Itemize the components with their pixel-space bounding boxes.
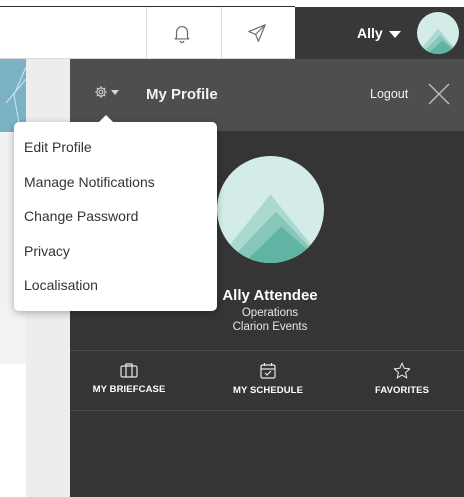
panel-header: My Profile Logout bbox=[70, 59, 464, 131]
paper-plane-icon[interactable] bbox=[242, 18, 272, 48]
user-menu-button[interactable]: Ally bbox=[357, 7, 401, 59]
quick-link-label: MY BRIEFCASE bbox=[92, 384, 166, 395]
settings-button[interactable] bbox=[94, 85, 119, 99]
menu-item-manage-notifications[interactable]: Manage Notifications bbox=[14, 165, 217, 200]
menu-item-edit-profile[interactable]: Edit Profile bbox=[14, 130, 217, 165]
briefcase-icon bbox=[120, 363, 138, 378]
quick-link-label: FAVORITES bbox=[374, 385, 430, 396]
my-briefcase-link[interactable]: MY BRIEFCASE bbox=[74, 362, 184, 395]
bell-icon[interactable] bbox=[167, 18, 197, 48]
profile-company: Clarion Events bbox=[232, 321, 308, 333]
top-bar: Ally bbox=[0, 0, 464, 59]
menu-item-privacy[interactable]: Privacy bbox=[14, 234, 217, 269]
avatar[interactable] bbox=[417, 12, 459, 54]
logout-button[interactable]: Logout bbox=[370, 87, 408, 101]
divider bbox=[70, 350, 464, 351]
my-schedule-link[interactable]: MY SCHEDULE bbox=[213, 362, 323, 396]
caret-down-icon bbox=[111, 89, 119, 95]
star-icon bbox=[393, 362, 411, 379]
settings-dropdown-menu: Edit Profile Manage Notifications Change… bbox=[14, 115, 217, 311]
divider bbox=[70, 410, 464, 411]
menu-item-localisation[interactable]: Localisation bbox=[14, 268, 217, 303]
caret-down-icon bbox=[388, 30, 401, 38]
gear-icon bbox=[95, 86, 107, 98]
top-bar-divider bbox=[221, 7, 222, 59]
menu-item-change-password[interactable]: Change Password bbox=[14, 199, 217, 234]
panel-title: My Profile bbox=[146, 86, 218, 103]
calendar-icon bbox=[260, 363, 276, 379]
top-bar-divider bbox=[146, 7, 147, 59]
profile-avatar[interactable] bbox=[217, 156, 324, 263]
favorites-link[interactable]: FAVORITES bbox=[347, 362, 457, 396]
user-name: Ally bbox=[357, 25, 383, 41]
quick-link-label: MY SCHEDULE bbox=[232, 385, 304, 396]
close-icon[interactable] bbox=[426, 81, 452, 107]
